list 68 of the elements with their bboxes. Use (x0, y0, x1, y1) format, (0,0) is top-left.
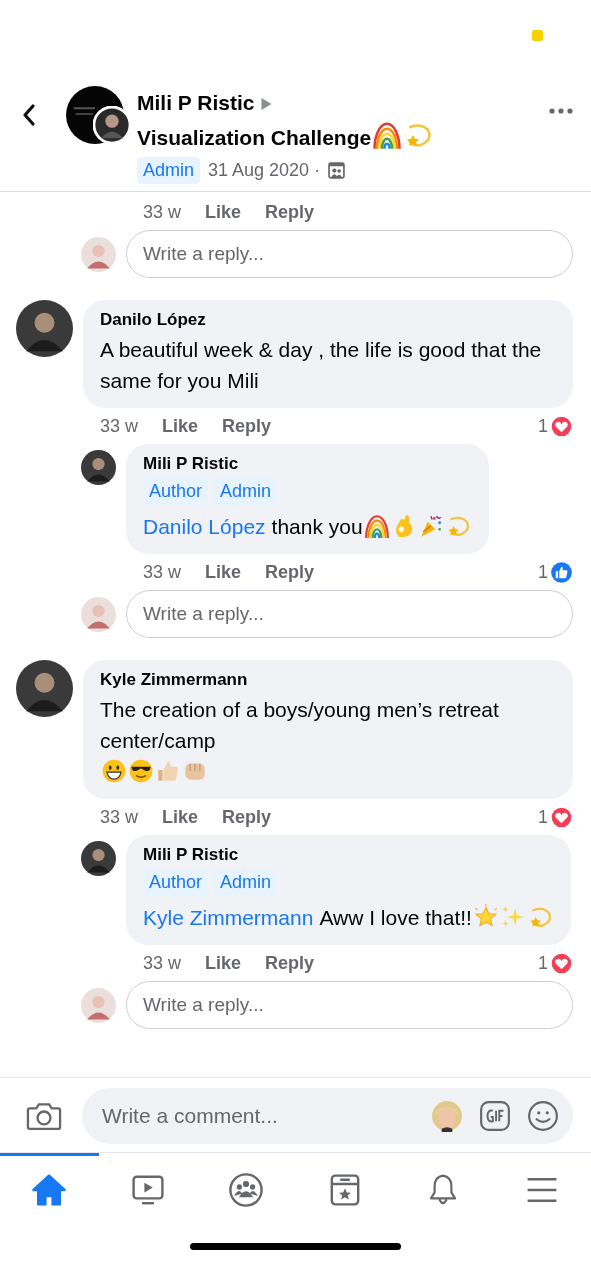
groups-icon (228, 1171, 265, 1208)
love-reaction-icon[interactable] (550, 414, 573, 438)
commenter-name[interactable]: Danilo López (100, 310, 555, 330)
role-badge: Admin (214, 869, 278, 896)
role-badge: Author (143, 478, 209, 505)
avatar (81, 596, 116, 632)
avatar[interactable] (16, 300, 73, 357)
reply-button[interactable]: Reply (265, 201, 315, 223)
comment-box[interactable]: Write a comment... (82, 1088, 573, 1144)
avatar[interactable] (81, 841, 116, 876)
group-name[interactable]: Visualization Challenge (137, 126, 372, 149)
reaction-count: 1 (538, 561, 548, 583)
comment-text: Aww I love that!! (319, 905, 472, 931)
like-reaction-icon[interactable] (550, 560, 573, 584)
home-icon (31, 1171, 68, 1208)
comment-time: 33 w (143, 561, 182, 583)
grinning-face-icon (101, 758, 127, 784)
like-button[interactable]: Like (205, 201, 242, 223)
reaction-count: 1 (538, 806, 548, 828)
post-date: 31 Aug 2020 · (208, 160, 321, 181)
role-badge: Admin (214, 478, 278, 505)
like-button[interactable]: Like (205, 561, 242, 583)
commenter-name[interactable]: Kyle Zimmermann (100, 670, 555, 690)
gif-icon[interactable] (479, 1100, 511, 1132)
avatar-sticker-icon[interactable] (431, 1100, 463, 1132)
sunglasses-face-icon (128, 758, 154, 784)
camera-icon[interactable] (26, 1100, 62, 1132)
like-button[interactable]: Like (162, 806, 199, 828)
reply-button[interactable]: Reply (265, 561, 315, 583)
avatar (93, 106, 131, 144)
mention-link[interactable]: Kyle Zimmermann (143, 906, 314, 929)
comment-time: 33 w (143, 952, 182, 974)
emoji-icon[interactable] (527, 1100, 559, 1132)
avatar (81, 987, 116, 1023)
role-badge: Admin (137, 157, 201, 184)
mention-link[interactable]: Danilo López (143, 515, 266, 538)
more-icon[interactable] (549, 108, 573, 114)
author-name[interactable]: Mili P Ristic (137, 91, 255, 114)
comment-text: thank you (271, 514, 363, 540)
comment-text: A beautiful week & day , the life is good that the same for you Mili (100, 337, 543, 394)
reply-field[interactable]: Write a reply... (126, 981, 573, 1029)
like-button[interactable]: Like (205, 952, 242, 974)
reply-field[interactable]: Write a reply... (126, 230, 573, 278)
thumbs-up-icon (155, 758, 181, 784)
status-indicator (532, 30, 543, 41)
back-icon[interactable] (22, 103, 36, 127)
reply-button[interactable]: Reply (265, 952, 315, 974)
group-icon (328, 162, 346, 179)
reaction-count: 1 (538, 415, 548, 437)
role-badge: Author (143, 869, 209, 896)
commenter-name[interactable]: Mili P Ristic (143, 454, 471, 474)
comment-time: 33 w (100, 806, 139, 828)
love-reaction-icon[interactable] (550, 951, 573, 975)
reply-button[interactable]: Reply (222, 806, 272, 828)
comment-text: The creation of a boys/young men’s retreat center/camp (100, 697, 500, 754)
comment-field[interactable]: Write a comment... (100, 1103, 415, 1129)
comment-time: 33 w (100, 415, 139, 437)
reply-field[interactable]: Write a reply... (126, 590, 573, 638)
avatar (81, 236, 116, 272)
reaction-count: 1 (538, 952, 548, 974)
triangle-icon (260, 97, 274, 111)
love-reaction-icon[interactable] (550, 805, 573, 829)
commenter-name[interactable]: Mili P Ristic (143, 845, 553, 865)
reply-button[interactable]: Reply (222, 415, 272, 437)
comment-time: 33 w (143, 201, 182, 223)
avatar[interactable] (16, 660, 73, 717)
like-button[interactable]: Like (162, 415, 199, 437)
avatar[interactable] (81, 450, 116, 485)
